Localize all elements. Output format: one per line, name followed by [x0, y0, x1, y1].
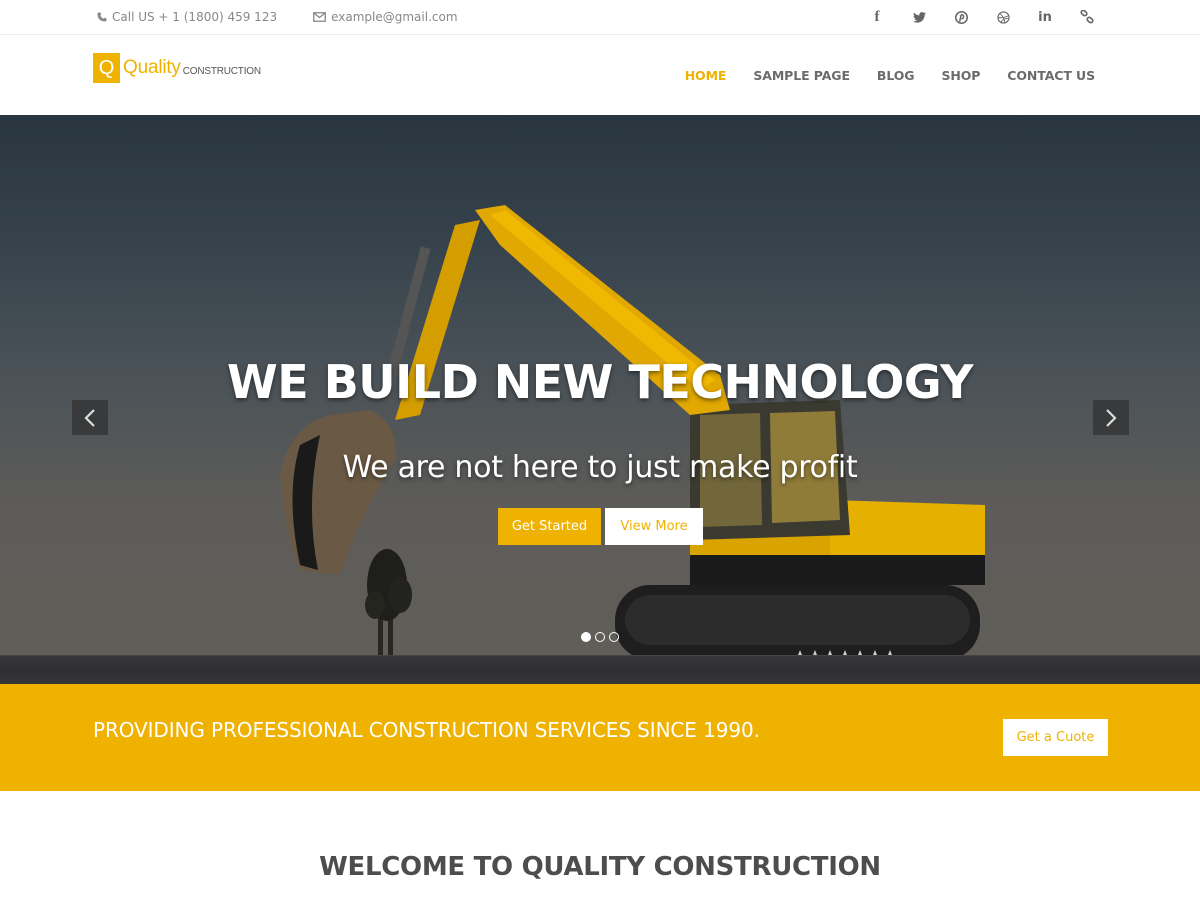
facebook-icon[interactable]: f: [870, 9, 884, 25]
email-contact: example@gmail.com: [313, 10, 458, 24]
hero-slider: WE BUILD NEW TECHNOLOGY We are not here …: [0, 115, 1200, 684]
slider-pagination: [581, 632, 623, 642]
contact-info: Call US + 1 (1800) 459 123 example@gmail…: [97, 0, 494, 34]
twitter-icon[interactable]: [912, 10, 926, 24]
hero-subtitle: We are not here to just make profit: [342, 450, 858, 485]
chevron-right-icon: [1106, 408, 1117, 427]
hero-title: WE BUILD NEW TECHNOLOGY: [227, 355, 973, 409]
banner-text: PROVIDING PROFESSIONAL CONSTRUCTION SERV…: [93, 718, 760, 742]
chevron-left-icon: [84, 408, 95, 427]
phone-contact: Call US + 1 (1800) 459 123: [97, 10, 277, 24]
site-logo[interactable]: Q Quality CONSTRUCTION: [93, 53, 261, 83]
dribbble-icon[interactable]: [996, 10, 1010, 24]
site-header: Q Quality CONSTRUCTION HOME SAMPLE PAGE …: [0, 35, 1200, 115]
envelope-icon: [313, 12, 326, 22]
hero-ground: [0, 655, 1200, 684]
logo-word: Quality: [123, 57, 181, 78]
slider-dot-3[interactable]: [609, 632, 619, 642]
slider-dot-1[interactable]: [581, 632, 591, 642]
logo-mark: Q: [93, 53, 120, 83]
get-quote-button[interactable]: Get a Cuote: [1003, 719, 1108, 756]
call-to-action-banner: PROVIDING PROFESSIONAL CONSTRUCTION SERV…: [0, 684, 1200, 791]
phone-number: Call US + 1 (1800) 459 123: [112, 10, 278, 24]
main-nav: HOME SAMPLE PAGE BLOG SHOP CONTACT US: [658, 35, 1095, 115]
link-icon[interactable]: [1080, 10, 1094, 24]
welcome-heading: WELCOME TO QUALITY CONSTRUCTION: [319, 852, 881, 882]
nav-contact-us[interactable]: CONTACT US: [1007, 68, 1095, 83]
email-address[interactable]: example@gmail.com: [331, 10, 457, 24]
get-started-button[interactable]: Get Started: [498, 508, 601, 545]
nav-home[interactable]: HOME: [685, 68, 727, 83]
hero-buttons: Get Started View More: [498, 508, 703, 545]
logo-subtitle: CONSTRUCTION: [182, 65, 261, 77]
pinterest-icon[interactable]: [954, 10, 968, 24]
view-more-button[interactable]: View More: [605, 508, 703, 545]
linkedin-icon[interactable]: in: [1038, 10, 1052, 25]
slider-dot-2[interactable]: [595, 632, 605, 642]
nav-sample-page[interactable]: SAMPLE PAGE: [753, 68, 850, 83]
phone-icon: [97, 12, 107, 22]
nav-blog[interactable]: BLOG: [877, 68, 915, 83]
top-bar: Call US + 1 (1800) 459 123 example@gmail…: [0, 0, 1200, 35]
social-links: f in: [842, 0, 1094, 34]
nav-shop[interactable]: SHOP: [941, 68, 980, 83]
tree-illustration: [365, 549, 412, 665]
